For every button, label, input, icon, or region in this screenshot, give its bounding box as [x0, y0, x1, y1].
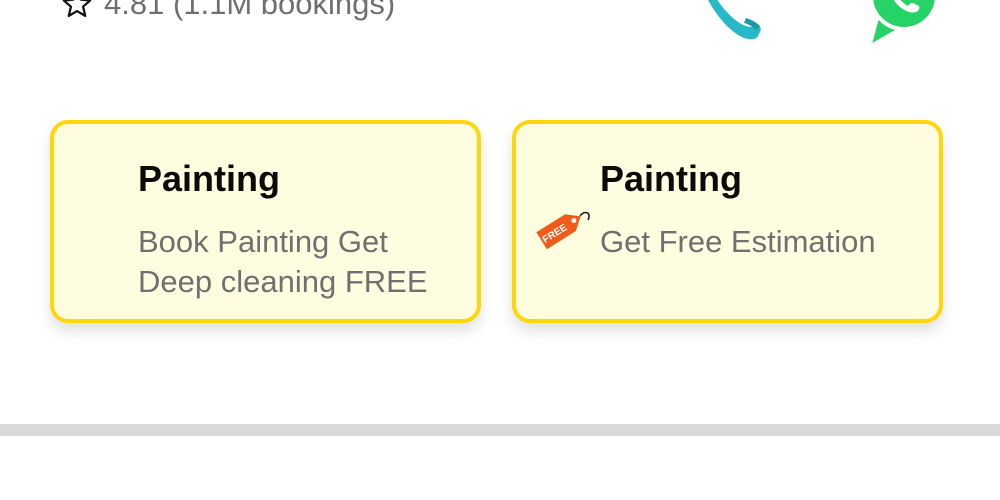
- whatsapp-icon[interactable]: [858, 0, 948, 52]
- service-offers-screen: 4.81 (1.1M bookings) Painting Book Paint…: [0, 0, 1000, 500]
- offer-card-deep-cleaning[interactable]: Painting Book Painting Get Deep cleaning…: [50, 120, 481, 323]
- section-divider: [0, 424, 1000, 436]
- offer-description-line: Get Free Estimation: [600, 224, 876, 259]
- star-icon: [62, 0, 92, 18]
- offer-description: Get Free Estimation: [600, 222, 930, 262]
- offer-description-line: Book Painting Get: [138, 224, 388, 259]
- rating-text: 4.81 (1.1M bookings): [104, 0, 396, 21]
- phone-icon[interactable]: [700, 0, 766, 42]
- rating-row: 4.81 (1.1M bookings): [60, 0, 395, 22]
- offer-title: Painting: [138, 158, 280, 199]
- free-tag-icon: FREE: [536, 211, 590, 250]
- offer-description-line: Deep cleaning FREE: [138, 264, 428, 299]
- offer-description: Book Painting Get Deep cleaning FREE: [138, 222, 468, 302]
- offer-title: Painting: [600, 158, 742, 199]
- offer-card-free-estimation[interactable]: FREE Painting Get Free Estimation: [512, 120, 943, 323]
